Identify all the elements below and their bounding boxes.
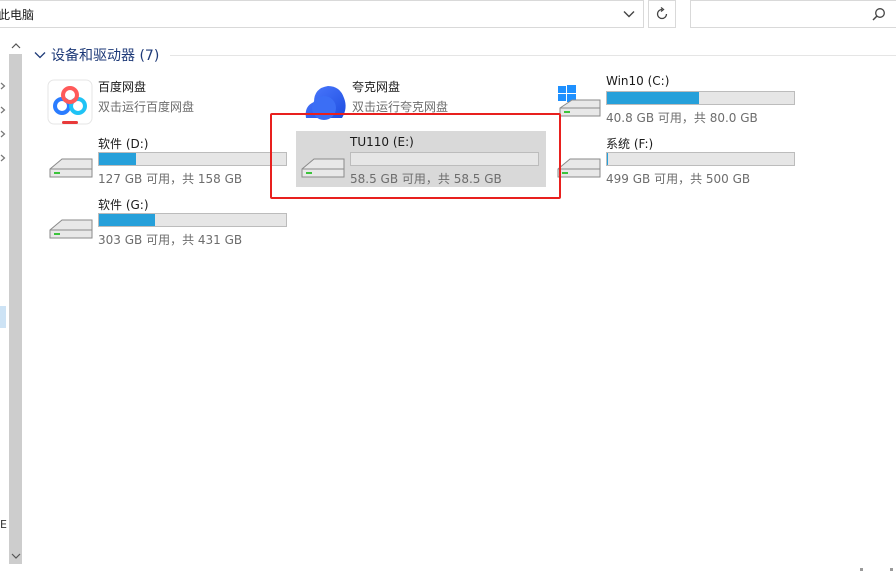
baidu-netdisk-icon [47,79,93,125]
drive-usage-bar [98,213,287,227]
drive-space: 303 GB 可用，共 431 GB [98,233,243,247]
drive-name: 系统 (F:) [606,137,654,151]
address-path[interactable]: 此电脑 [0,6,34,23]
drive-name: 软件 (G:) [98,198,149,212]
drive-space: 499 GB 可用，共 500 GB [606,172,751,186]
expand-arrow-icon[interactable] [0,130,6,138]
chevron-down-icon[interactable] [621,5,637,23]
chevron-down-icon[interactable] [10,550,22,562]
app-name: 夸克网盘 [352,80,401,94]
nav-scrollbar[interactable] [8,30,23,576]
search-box[interactable] [690,0,896,28]
drive-tile-c[interactable]: Win10 (C:) 40.8 GB 可用，共 80.0 GB [552,70,802,126]
group-header[interactable]: 设备和驱动器 (7) [33,44,159,66]
nav-selected-item[interactable] [0,306,6,328]
expand-arrow-icon[interactable] [0,106,6,114]
drive-tile-f[interactable]: 系统 (F:) 499 GB 可用，共 500 GB [552,131,802,187]
app-name: 百度网盘 [98,80,147,94]
expand-arrow-icon[interactable] [0,82,6,90]
refresh-button[interactable] [648,0,676,28]
group-title: 设备和驱动器 (7) [51,48,160,64]
drive-usage-bar [606,152,795,166]
search-input[interactable] [697,5,867,23]
drive-tile-d[interactable]: 软件 (D:) 127 GB 可用，共 158 GB [44,131,294,187]
navigation-pane: E [0,30,8,576]
chevron-up-icon[interactable] [10,40,22,52]
resize-grip-icon [860,568,893,571]
drive-usage-bar [98,152,287,166]
drive-space: 40.8 GB 可用，共 80.0 GB [606,111,758,125]
search-icon[interactable] [872,7,886,21]
hard-drive-icon [49,158,93,178]
chevron-down-icon[interactable] [33,48,47,62]
hard-drive-icon [557,158,601,178]
group-divider [170,55,896,56]
app-subtitle: 双击运行百度网盘 [98,100,195,114]
expand-arrow-icon[interactable] [0,154,6,162]
windows-drive-icon [558,85,601,117]
refresh-icon [656,7,668,20]
app-tile-baidu[interactable]: 百度网盘 双击运行百度网盘 [44,74,294,130]
drive-name: 软件 (D:) [98,137,149,151]
drive-space: 127 GB 可用，共 158 GB [98,172,243,186]
highlight-annotation-box [270,113,561,199]
drive-usage-bar [606,91,795,105]
nav-item-label[interactable]: E [0,518,7,531]
address-bar[interactable]: 此电脑 [0,0,644,28]
drive-name: Win10 (C:) [606,74,670,88]
top-bar: 此电脑 [0,0,896,30]
drive-tile-g[interactable]: 软件 (G:) 303 GB 可用，共 431 GB [44,192,294,248]
hard-drive-icon [49,219,93,239]
scrollbar-thumb[interactable] [9,54,22,564]
